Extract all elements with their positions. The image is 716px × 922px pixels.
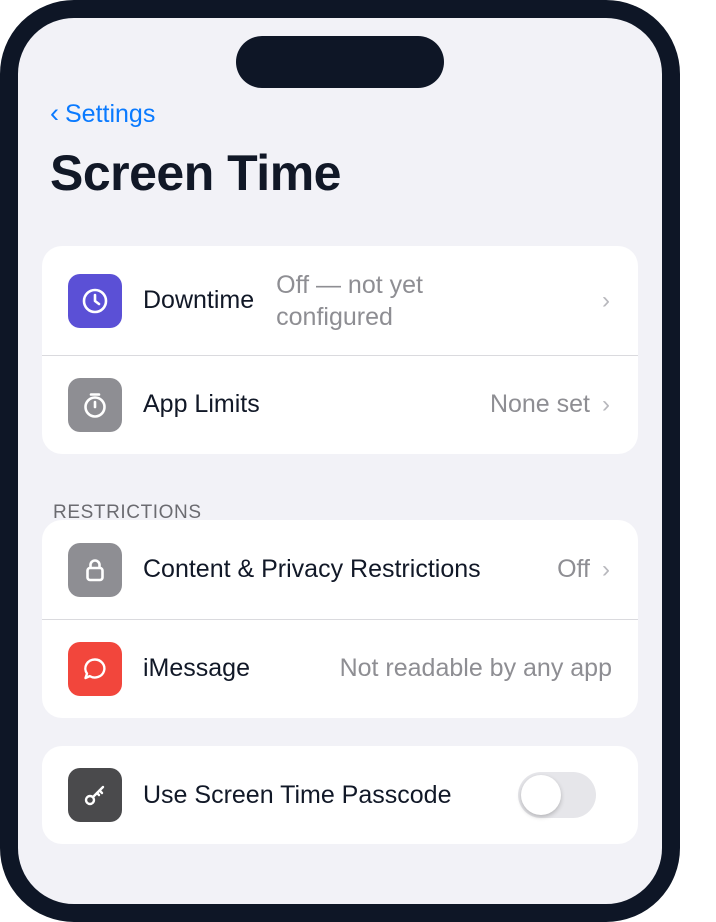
imessage-row[interactable]: iMessage Not readable by any app — [42, 619, 638, 718]
imessage-value: Not readable by any app — [339, 654, 612, 682]
passcode-toggle[interactable] — [518, 772, 596, 818]
content-privacy-value: Off — [557, 555, 590, 583]
lock-icon — [68, 542, 122, 597]
timer-icon — [68, 377, 122, 432]
app-limits-label: App Limits — [143, 390, 260, 418]
phone-frame: ‹ Settings Screen Time Downtime Off — no… — [0, 0, 680, 922]
passcode-label: Use Screen Time Passcode — [143, 780, 452, 809]
app-limits-value: None set — [489, 390, 590, 418]
downtime-row[interactable]: Downtime Off — not yet configured › — [42, 246, 638, 355]
toggle-knob — [521, 775, 561, 815]
app-limits-row[interactable]: App Limits None set › — [42, 355, 638, 454]
downtime-value: Off — not yet configured — [276, 270, 423, 331]
page-title: Screen Time — [50, 145, 341, 201]
chevron-right-icon: › — [602, 555, 610, 583]
screen-time-settings-group: Downtime Off — not yet configured › App … — [42, 246, 638, 454]
chevron-left-icon: ‹ — [50, 98, 59, 128]
chevron-right-icon: › — [602, 390, 610, 418]
downtime-label: Downtime — [143, 286, 255, 314]
clock-icon — [68, 273, 122, 328]
content-privacy-row[interactable]: Content & Privacy Restrictions Off › — [42, 520, 638, 619]
message-bubble-icon — [68, 641, 122, 696]
back-button-label: Settings — [65, 100, 156, 128]
back-button[interactable]: ‹ Settings — [50, 100, 155, 129]
dynamic-island — [236, 36, 444, 88]
chevron-right-icon: › — [602, 286, 610, 314]
key-icon — [68, 768, 122, 822]
restrictions-group: Content & Privacy Restrictions Off › iMe… — [42, 520, 638, 718]
imessage-label: iMessage — [143, 654, 250, 682]
content-privacy-label: Content & Privacy Restrictions — [143, 555, 481, 583]
passcode-group: Use Screen Time Passcode — [42, 746, 638, 844]
passcode-row: Use Screen Time Passcode — [42, 746, 638, 844]
